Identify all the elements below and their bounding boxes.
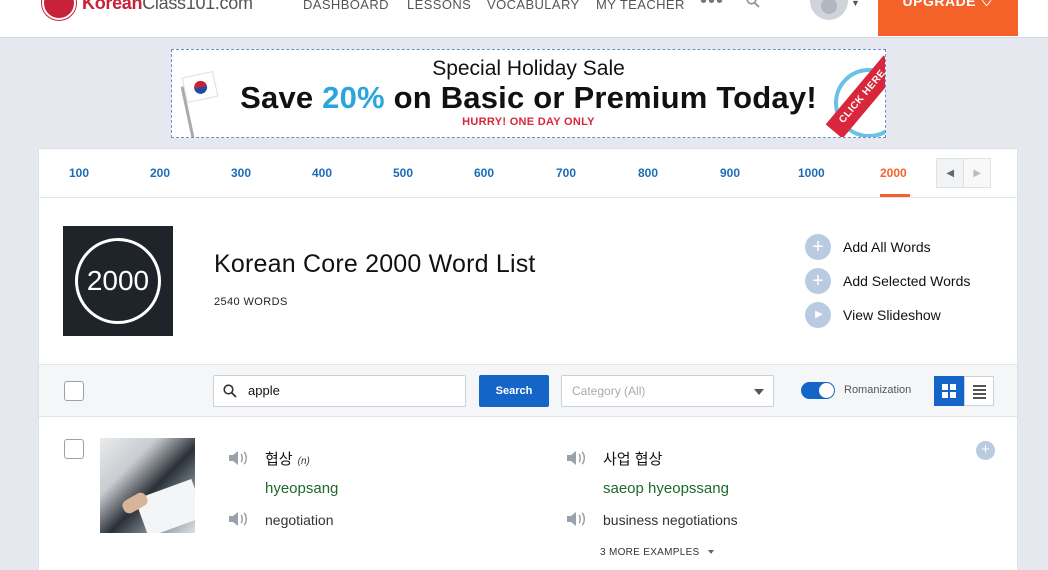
tab-level-2000[interactable]: 2000 [880,166,907,180]
tab-level-200[interactable]: 200 [150,166,170,180]
example-romanization: saeop hyeopssang [603,480,729,497]
speaker-icon[interactable] [566,449,588,472]
level-tabs: 100 200 300 400 500 600 700 800 900 1000… [39,149,1017,198]
chevron-down-icon [754,389,764,395]
romanization-label: Romanization [844,384,912,396]
add-selected-words-label: Add Selected Words [843,273,971,289]
banner-headline: Save 20% on Basic or Premium Today! [240,80,817,115]
tab-level-700[interactable]: 700 [556,166,576,180]
word-romanization: hyeopsang [265,480,339,497]
filter-toolbar: Search Category (All) Romanization [39,364,1017,417]
nav-vocabulary[interactable]: VOCABULARY [487,0,580,12]
word-korean: 협상 (n) [265,451,310,468]
grid-view-icon[interactable] [934,376,964,406]
logo-text: KoreanClass101.com [82,0,253,13]
search-button[interactable]: Search [479,375,549,407]
holiday-sale-banner[interactable]: Special Holiday Sale Save 20% on Basic o… [171,49,886,138]
category-select[interactable]: Category (All) [561,375,774,407]
prev-page-button[interactable]: ◀ [937,159,964,187]
page-title: Korean Core 2000 Word List [214,250,536,278]
chevron-down-icon [707,550,714,555]
example-english: business negotiations [603,512,738,528]
category-value: Category (All) [572,384,646,398]
view-slideshow-button[interactable]: ▶ View Slideshow [805,302,941,328]
chevron-down-icon[interactable]: ▼ [851,0,860,8]
list-badge: 2000 [75,238,161,324]
part-of-speech: (n) [297,456,310,467]
add-word-button[interactable]: + [976,441,995,460]
level-pager: ◀ ▶ [936,158,991,188]
more-menu-icon[interactable]: ••• [700,0,724,13]
nav-lessons[interactable]: LESSONS [407,0,471,12]
word-select-checkbox[interactable] [64,439,84,459]
tab-level-600[interactable]: 600 [474,166,494,180]
word-english: negotiation [265,512,334,528]
add-selected-words-button[interactable]: + Add Selected Words [805,268,970,294]
tab-level-1000[interactable]: 1000 [798,166,825,180]
add-all-words-button[interactable]: + Add All Words [805,234,931,260]
tab-level-800[interactable]: 800 [638,166,658,180]
tab-level-100[interactable]: 100 [69,166,89,180]
example-korean: 사업 협상 [603,451,663,468]
plus-icon: + [805,234,831,260]
top-navigation: KoreanClass101.com DASHBOARD LESSONS VOC… [0,0,1048,38]
plus-icon: + [805,268,831,294]
logo-icon [42,0,76,20]
avatar-icon[interactable] [810,0,848,20]
upgrade-button[interactable]: UPGRADE ♡ [878,0,1018,36]
tab-level-500[interactable]: 500 [393,166,413,180]
nav-my-teacher[interactable]: MY TEACHER [596,0,685,12]
nav-dashboard[interactable]: DASHBOARD [303,0,389,12]
tab-level-400[interactable]: 400 [312,166,332,180]
search-icon [223,384,237,403]
add-all-words-label: Add All Words [843,239,931,255]
search-icon[interactable] [746,0,760,13]
more-examples-toggle[interactable]: 3 MORE EXAMPLES [600,547,714,558]
list-view-icon[interactable] [964,376,994,406]
word-list-thumbnail: 2000 [63,226,173,336]
banner-subtitle: HURRY! ONE DAY ONLY [462,116,595,128]
search-field[interactable] [213,375,466,407]
word-image [100,438,195,533]
play-icon: ▶ [805,302,831,328]
site-logo[interactable]: KoreanClass101.com [42,0,253,20]
speaker-icon[interactable] [566,510,588,533]
word-count: 2540 WORDS [214,296,288,308]
banner-title: Special Holiday Sale [432,57,625,80]
word-list-card: 100 200 300 400 500 600 700 800 900 1000… [38,148,1018,570]
tab-level-300[interactable]: 300 [231,166,251,180]
next-page-button[interactable]: ▶ [963,159,990,187]
select-all-checkbox[interactable] [64,381,84,401]
romanization-toggle[interactable] [801,382,835,399]
click-here-ribbon[interactable]: CLICK HERE [822,55,885,137]
view-slideshow-label: View Slideshow [843,307,941,323]
active-tab-indicator [880,194,910,197]
speaker-icon[interactable] [228,510,250,533]
speaker-icon[interactable] [228,449,250,472]
search-input[interactable] [248,383,458,398]
tab-level-900[interactable]: 900 [720,166,740,180]
